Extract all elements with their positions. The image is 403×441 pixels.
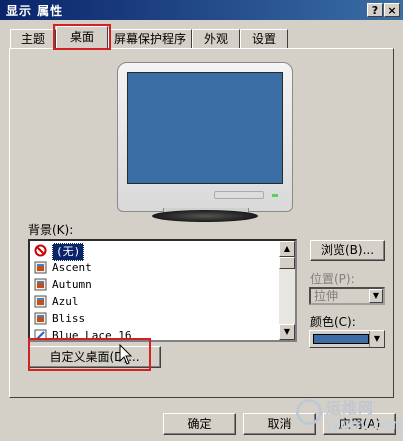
ok-button[interactable]: 确定 xyxy=(163,413,236,435)
monitor-preview xyxy=(117,62,293,212)
help-button[interactable]: ? xyxy=(367,3,383,17)
scroll-up-icon[interactable]: ▲ xyxy=(279,241,295,257)
monitor-base xyxy=(152,210,258,222)
list-item-label: Azul xyxy=(52,295,79,308)
list-item-label: Bliss xyxy=(52,312,86,325)
power-led xyxy=(272,194,278,197)
position-select[interactable]: 拉伸 ▼ xyxy=(309,287,385,305)
watermark-top-text: 运维网 xyxy=(326,399,375,417)
monitor-control-strip xyxy=(214,191,264,199)
position-value: 拉伸 xyxy=(314,289,339,303)
background-label: 背景(K): xyxy=(28,223,74,237)
color-swatch xyxy=(313,334,369,344)
watermark-bottom-text: iyunv.com xyxy=(326,417,403,433)
browse-button[interactable]: 浏览(B)... xyxy=(310,240,385,261)
tab-desktop[interactable]: 桌面 xyxy=(56,26,108,50)
tab-settings[interactable]: 设置 xyxy=(240,29,288,49)
list-scrollbar[interactable]: ▲ ▼ xyxy=(279,241,295,340)
mouse-cursor-icon xyxy=(119,344,133,365)
position-label: 位置(P): xyxy=(310,272,355,286)
bitmap-file-icon xyxy=(34,329,47,340)
watermark-logo-icon xyxy=(296,399,322,425)
image-file-icon xyxy=(34,261,47,274)
list-item-label: Blue Lace 16 xyxy=(52,329,132,342)
image-file-icon xyxy=(34,312,47,325)
close-button[interactable]: × xyxy=(384,3,400,17)
color-label: 颜色(C): xyxy=(310,315,356,329)
chevron-down-icon[interactable]: ▼ xyxy=(369,331,384,347)
tab-themes[interactable]: 主题 xyxy=(10,29,56,49)
image-file-icon xyxy=(34,295,47,308)
chevron-down-icon[interactable]: ▼ xyxy=(369,289,383,303)
tab-screensaver[interactable]: 屏幕保护程序 xyxy=(108,29,192,49)
screen-preview xyxy=(127,72,283,184)
list-item-label: Autumn xyxy=(52,278,92,291)
list-item-label: (无) xyxy=(52,243,85,261)
tab-appearance[interactable]: 外观 xyxy=(192,29,240,49)
title-bar[interactable]: 显示 属性 ? × xyxy=(0,0,403,20)
scroll-down-icon[interactable]: ▼ xyxy=(279,324,295,340)
color-picker-button[interactable]: ▼ xyxy=(309,330,385,348)
watermark: 运维网 iyunv.com xyxy=(296,393,403,439)
none-icon xyxy=(34,244,47,257)
customize-desktop-button[interactable]: 自定义桌面(D)... xyxy=(28,346,161,368)
window-title: 显示 属性 xyxy=(6,4,64,18)
scroll-thumb[interactable] xyxy=(279,257,295,269)
list-item-label: Ascent xyxy=(52,261,92,274)
image-file-icon xyxy=(34,278,47,291)
background-list[interactable]: (无) Ascent Autumn Azul Bliss Blue Lace 1… xyxy=(28,239,297,342)
